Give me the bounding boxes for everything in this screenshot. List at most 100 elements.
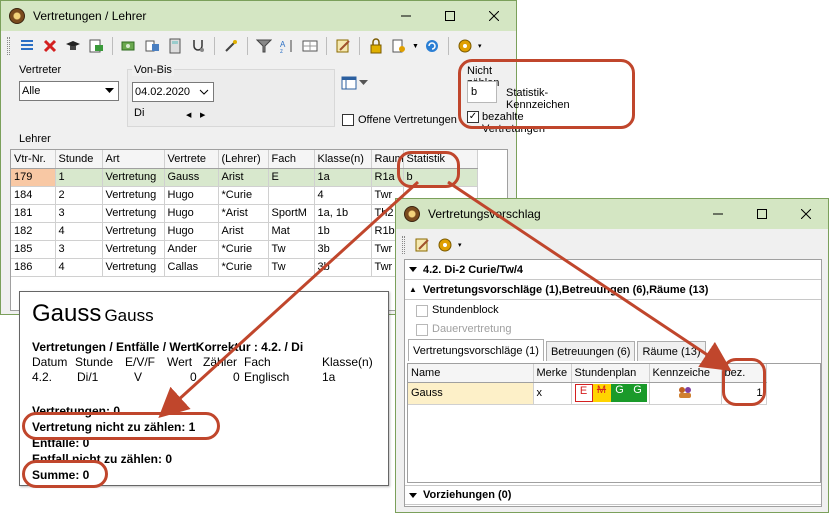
- cell-vertreter[interactable]: Hugo: [164, 204, 219, 223]
- list-view-button[interactable]: [17, 36, 37, 56]
- cell-klassen[interactable]: 1b: [314, 222, 372, 241]
- cell-vtr-nr[interactable]: 181: [11, 204, 56, 223]
- cell-fach[interactable]: Tw: [268, 240, 315, 259]
- cell-vertreter[interactable]: Gauss: [164, 168, 219, 187]
- cell-art[interactable]: Vertretung: [102, 222, 165, 241]
- cell-vtr-nr[interactable]: 179: [11, 168, 56, 187]
- cell-art[interactable]: Vertretung: [102, 240, 165, 259]
- cell-fach[interactable]: Mat: [268, 222, 315, 241]
- cell-klassen[interactable]: 3b: [314, 258, 372, 277]
- cell-art[interactable]: Vertretung: [102, 204, 165, 223]
- refresh-button[interactable]: [422, 36, 442, 56]
- cell-kennzeichen[interactable]: [649, 382, 722, 405]
- cell-vertreter[interactable]: Callas: [164, 258, 219, 277]
- cell-klassen[interactable]: 1a, 1b: [314, 204, 372, 223]
- stethoscope-button[interactable]: [188, 36, 208, 56]
- col-kennzeichen[interactable]: Kennzeiche: [649, 364, 722, 383]
- cell-lehrer[interactable]: *Curie: [218, 240, 269, 259]
- cell-vtr-nr[interactable]: 185: [11, 240, 56, 259]
- cell-stunde[interactable]: 4: [55, 258, 103, 277]
- col-art[interactable]: Art: [102, 150, 165, 169]
- cell-vertreter[interactable]: Hugo: [164, 222, 219, 241]
- cell-art[interactable]: Vertretung: [102, 186, 165, 205]
- col-vertreter[interactable]: Vertrete: [164, 150, 219, 169]
- col-bez[interactable]: bez.: [721, 364, 767, 383]
- cell-fach[interactable]: E: [268, 168, 315, 187]
- settings-button[interactable]: [455, 36, 475, 56]
- chevron-down-icon[interactable]: [100, 82, 118, 100]
- cell-lehrer[interactable]: *Arist: [218, 204, 269, 223]
- close-button[interactable]: [472, 1, 516, 31]
- minimize-button[interactable]: [384, 1, 428, 31]
- kennzeichen-input[interactable]: b: [467, 81, 497, 103]
- offene-vertretungen-checkbox[interactable]: [342, 114, 354, 126]
- cell-klassen[interactable]: 1a: [314, 168, 372, 187]
- col-klassen[interactable]: Klasse(n): [314, 150, 372, 169]
- col-vtr-nr[interactable]: Vtr-Nr.: [11, 150, 56, 169]
- cell-lehrer[interactable]: Arist: [218, 222, 269, 241]
- bezahlte-vertretungen-checkbox[interactable]: ✓: [467, 111, 479, 123]
- cell-stunde[interactable]: 1: [55, 168, 103, 187]
- graduation-button[interactable]: [63, 36, 83, 56]
- delete-button[interactable]: [40, 36, 60, 56]
- cell-art[interactable]: Vertretung: [102, 258, 165, 277]
- tab-betreuungen[interactable]: Betreuungen (6): [545, 341, 636, 361]
- cell-lehrer[interactable]: Arist: [218, 168, 269, 187]
- col-stunde[interactable]: Stunde: [55, 150, 103, 169]
- maximize-button[interactable]: [428, 1, 472, 31]
- cell-fach[interactable]: Tw: [268, 258, 315, 277]
- dauervertretung-checkbox[interactable]: [416, 324, 428, 336]
- title-bar[interactable]: Vertretungen / Lehrer: [1, 1, 516, 31]
- cell-name[interactable]: Gauss: [408, 382, 534, 405]
- wand-button[interactable]: [221, 36, 241, 56]
- date-picker[interactable]: 04.02.2020: [132, 82, 214, 102]
- section-lesson[interactable]: 4.2. Di-2 Curie/Tw/4: [405, 260, 821, 280]
- toolbar-grip[interactable]: [7, 37, 10, 55]
- cell-bez[interactable]: 1: [721, 382, 767, 405]
- title-bar[interactable]: Vertretungsvorschlag: [396, 199, 828, 229]
- section-proposals[interactable]: ▲ Vertretungsvorschläge (1),Betreuungen …: [405, 280, 821, 300]
- cell-vertreter[interactable]: Ander: [164, 240, 219, 259]
- next-day-arrow-icon[interactable]: ▶: [200, 111, 205, 119]
- minimize-button[interactable]: [696, 199, 740, 229]
- table-row[interactable]: Gauss x E M G G 1: [408, 382, 767, 405]
- toolbar-grip[interactable]: [402, 236, 405, 254]
- close-button[interactable]: [784, 199, 828, 229]
- cell-vtr-nr[interactable]: 184: [11, 186, 56, 205]
- cell-vtr-nr[interactable]: 186: [11, 258, 56, 277]
- tab-vertretungsvorschlaege[interactable]: Vertretungsvorschläge (1): [408, 339, 544, 361]
- cell-fach[interactable]: [268, 186, 315, 205]
- col-raum[interactable]: Raum: [371, 150, 404, 169]
- dropdown-arrow-icon[interactable]: ▾: [458, 241, 462, 249]
- cell-merke[interactable]: x: [533, 382, 572, 405]
- cell-stunde[interactable]: 3: [55, 204, 103, 223]
- money-button[interactable]: [119, 36, 139, 56]
- view-options-button[interactable]: [341, 72, 375, 94]
- col-lehrer[interactable]: (Lehrer): [218, 150, 269, 169]
- cell-vertreter[interactable]: Hugo: [164, 186, 219, 205]
- cell-fach[interactable]: SportM: [268, 204, 315, 223]
- cell-stunde[interactable]: 2: [55, 186, 103, 205]
- col-name[interactable]: Name: [408, 364, 534, 383]
- cell-klassen[interactable]: 3b: [314, 240, 372, 259]
- calculator-button[interactable]: [165, 36, 185, 56]
- cell-stundenplan[interactable]: E M G G: [571, 382, 650, 405]
- print-settings-button[interactable]: [389, 36, 409, 56]
- edit-button[interactable]: [412, 235, 432, 255]
- section-vorziehungen[interactable]: Vorziehungen (0): [405, 485, 821, 505]
- cell-lehrer[interactable]: *Curie: [218, 186, 269, 205]
- cell-lehrer[interactable]: *Curie: [218, 258, 269, 277]
- chevron-down-icon[interactable]: [195, 83, 213, 101]
- dropdown-arrow-icon[interactable]: ▾: [478, 42, 482, 50]
- prev-day-arrow-icon[interactable]: ◀: [186, 111, 191, 119]
- col-statistik[interactable]: Statistik: [403, 150, 478, 169]
- lock-button[interactable]: [366, 36, 386, 56]
- grid-button[interactable]: [300, 36, 320, 56]
- cell-vtr-nr[interactable]: 182: [11, 222, 56, 241]
- cell-stunde[interactable]: 4: [55, 222, 103, 241]
- filter-button[interactable]: [254, 36, 274, 56]
- transfer-button[interactable]: [142, 36, 162, 56]
- col-fach[interactable]: Fach: [268, 150, 315, 169]
- maximize-button[interactable]: [740, 199, 784, 229]
- cell-statistik[interactable]: b: [403, 168, 478, 187]
